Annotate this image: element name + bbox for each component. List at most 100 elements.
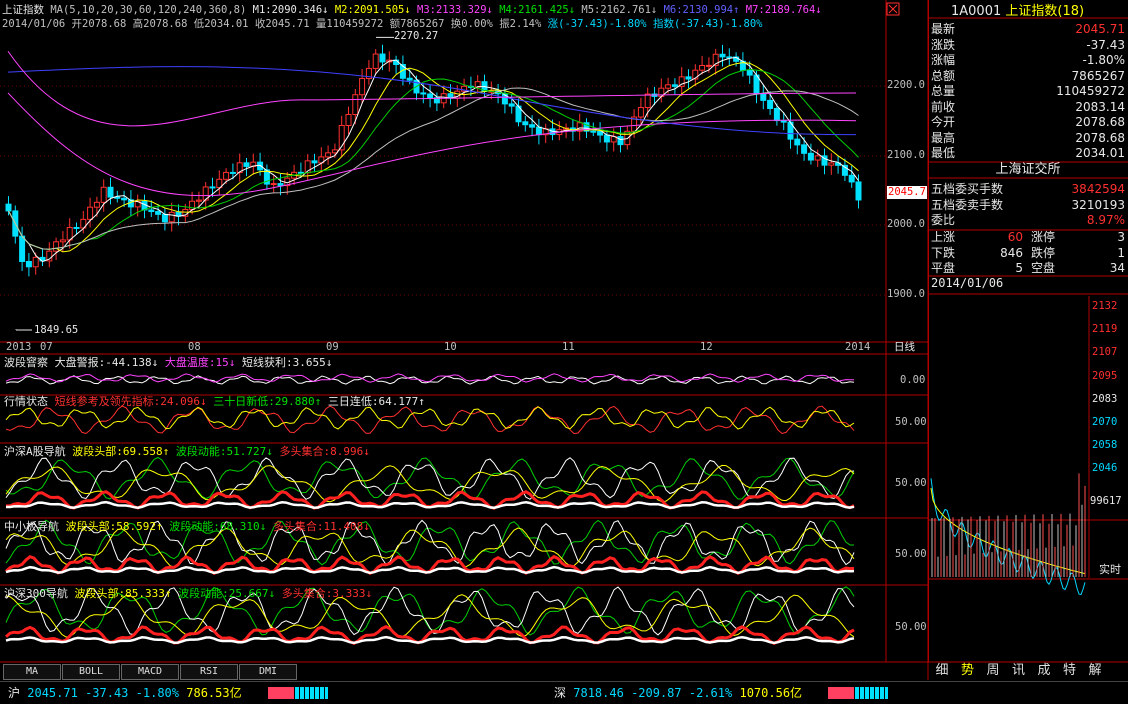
- candle-body: [522, 121, 529, 126]
- breadth-row: 上涨 60 涨停 3: [931, 230, 1125, 245]
- candle-body: [161, 213, 168, 223]
- quote-row: 最高 2078.68: [931, 131, 1125, 146]
- candle-body: [223, 171, 230, 180]
- side-tab-6[interactable]: 解: [1083, 662, 1107, 680]
- side-tab-1[interactable]: 势: [956, 662, 980, 680]
- realtime-label[interactable]: 实时: [1099, 563, 1121, 576]
- panel-tick: 50.00: [895, 416, 927, 428]
- panel1-line: [5, 373, 855, 383]
- stock-name: 上证指数(18): [1005, 4, 1085, 19]
- index-name: 上证指数: [2, 4, 44, 16]
- x-label: 08: [188, 341, 201, 353]
- candle-body: [685, 76, 692, 80]
- breadth-value: 846: [1000, 245, 1023, 260]
- intraday-tick: 2083: [1092, 392, 1118, 405]
- amount-value: 额7865267: [389, 18, 445, 30]
- ma3-value: M3:2133.329↓: [417, 4, 493, 16]
- candle-body: [270, 183, 277, 186]
- high-value: 高2078.68: [132, 18, 188, 30]
- candle-body: [848, 174, 855, 183]
- sz-change: -209.87: [631, 686, 682, 700]
- candle-body: [257, 161, 264, 171]
- panel-tick: 50.00: [895, 621, 927, 633]
- price-tick: 2000.0: [887, 218, 925, 230]
- tab-dmi[interactable]: DMI: [239, 664, 297, 680]
- sz-index-summary[interactable]: 深 7818.46 -209.87 -2.61% 1070.56亿: [554, 686, 802, 701]
- candle-body: [590, 130, 597, 133]
- close-value: 收2045.71: [254, 18, 310, 30]
- candle-body: [529, 124, 536, 128]
- intraday-tick: 2107: [1092, 346, 1118, 359]
- candle-body: [760, 92, 767, 101]
- exchange-name: 上海证交所: [995, 162, 1061, 177]
- ma-params: MA(5,10,20,30,60,120,240,360,8): [50, 4, 247, 16]
- candle-body: [719, 53, 726, 58]
- tab-macd[interactable]: MACD: [121, 664, 179, 680]
- side-tab-0[interactable]: 细: [930, 662, 954, 680]
- volume-value: 量110459272: [315, 18, 384, 30]
- ma6-line: [7, 66, 857, 136]
- side-tab-2[interactable]: 周: [981, 662, 1005, 680]
- sh-index-summary[interactable]: 沪 2045.71 -37.43 -1.80% 786.53亿: [8, 686, 242, 701]
- quote-value: 2078.68: [1075, 115, 1125, 129]
- x-label: 10: [444, 341, 457, 353]
- side-tab-3[interactable]: 讯: [1007, 662, 1031, 680]
- sh-amount: 786.53亿: [186, 686, 242, 700]
- side-tab-5[interactable]: 特: [1058, 662, 1082, 680]
- intraday-tick: 2119: [1092, 323, 1118, 336]
- panel-item: 波段动能:25.667↓: [178, 587, 276, 600]
- tab-boll[interactable]: BOLL: [62, 664, 120, 680]
- candle-body: [814, 155, 821, 161]
- sh-value: 2045.71: [27, 686, 78, 700]
- candle-body: [427, 93, 434, 99]
- candle-body: [780, 120, 787, 123]
- candle-body: [93, 201, 100, 208]
- side-tab-4[interactable]: 成: [1032, 662, 1056, 680]
- quote-value: 2045.71: [1075, 22, 1125, 36]
- index-change-value: 指数(-37.43)-1.80%: [652, 18, 763, 30]
- tab-ma[interactable]: MA: [3, 664, 61, 680]
- candle-body: [209, 186, 216, 189]
- order-row: 五档委买手数 3842594: [931, 182, 1125, 197]
- candle-body: [665, 84, 672, 89]
- quote-value: 2034.01: [1075, 146, 1125, 160]
- breadth-value: 3: [1117, 230, 1125, 244]
- sh-change: -37.43: [85, 686, 129, 700]
- tab-rsi[interactable]: RSI: [180, 664, 238, 680]
- ma2-line: [8, 62, 859, 253]
- sh-pct: -1.80%: [135, 686, 180, 700]
- panel-item: 波段头部:58.592↑: [65, 520, 163, 533]
- panel-item: 多头集合:11.408↓: [272, 520, 370, 533]
- candle-body: [5, 203, 12, 212]
- quote-label: 最低: [931, 146, 956, 160]
- quote-value: 2078.68: [1075, 130, 1125, 145]
- ma7-value: M7:2189.764↓: [745, 4, 822, 16]
- panel-tick: 50.00: [895, 548, 927, 560]
- x-label: 09: [326, 341, 339, 353]
- x-label: 2013: [6, 341, 32, 353]
- quote-row: 涨跌 -37.43: [931, 38, 1125, 53]
- candle-body: [420, 92, 427, 95]
- candle-body: [229, 171, 236, 174]
- ohlc-header: 2014/01/06 开2078.68 高2078.68 低2034.01 收2…: [2, 18, 762, 31]
- breadth-label: 空盘: [1031, 261, 1056, 275]
- sh-label: 沪: [8, 686, 21, 700]
- candle-body: [705, 64, 712, 67]
- breadth-label: 跌停: [1031, 245, 1056, 260]
- status-bar: 沪 2045.71 -37.43 -1.80% 786.53亿 深 7818.4…: [0, 681, 1128, 704]
- quote-row: 前收 2083.14: [931, 100, 1125, 115]
- quote-row: 今开 2078.68: [931, 115, 1125, 130]
- breadth-value: 34: [1109, 261, 1125, 275]
- panel-item: 波段动能:68.310↓: [169, 520, 267, 533]
- candle-body: [32, 256, 39, 268]
- low-annotation: 1849.65: [34, 324, 79, 336]
- panel-item: 波段头部:85.333↑: [74, 587, 172, 600]
- panel-green-line: [5, 456, 855, 500]
- candle-body: [73, 226, 80, 229]
- change-value: 涨(-37.43)-1.80%: [547, 18, 647, 30]
- period-label[interactable]: 日线: [894, 341, 915, 354]
- price-tick: 1900.0: [887, 288, 925, 300]
- candle-body: [19, 235, 26, 262]
- panel-item: 波段头部:69.558↑: [72, 445, 170, 458]
- panel-item: 三十日新低:29.880↑: [213, 395, 322, 408]
